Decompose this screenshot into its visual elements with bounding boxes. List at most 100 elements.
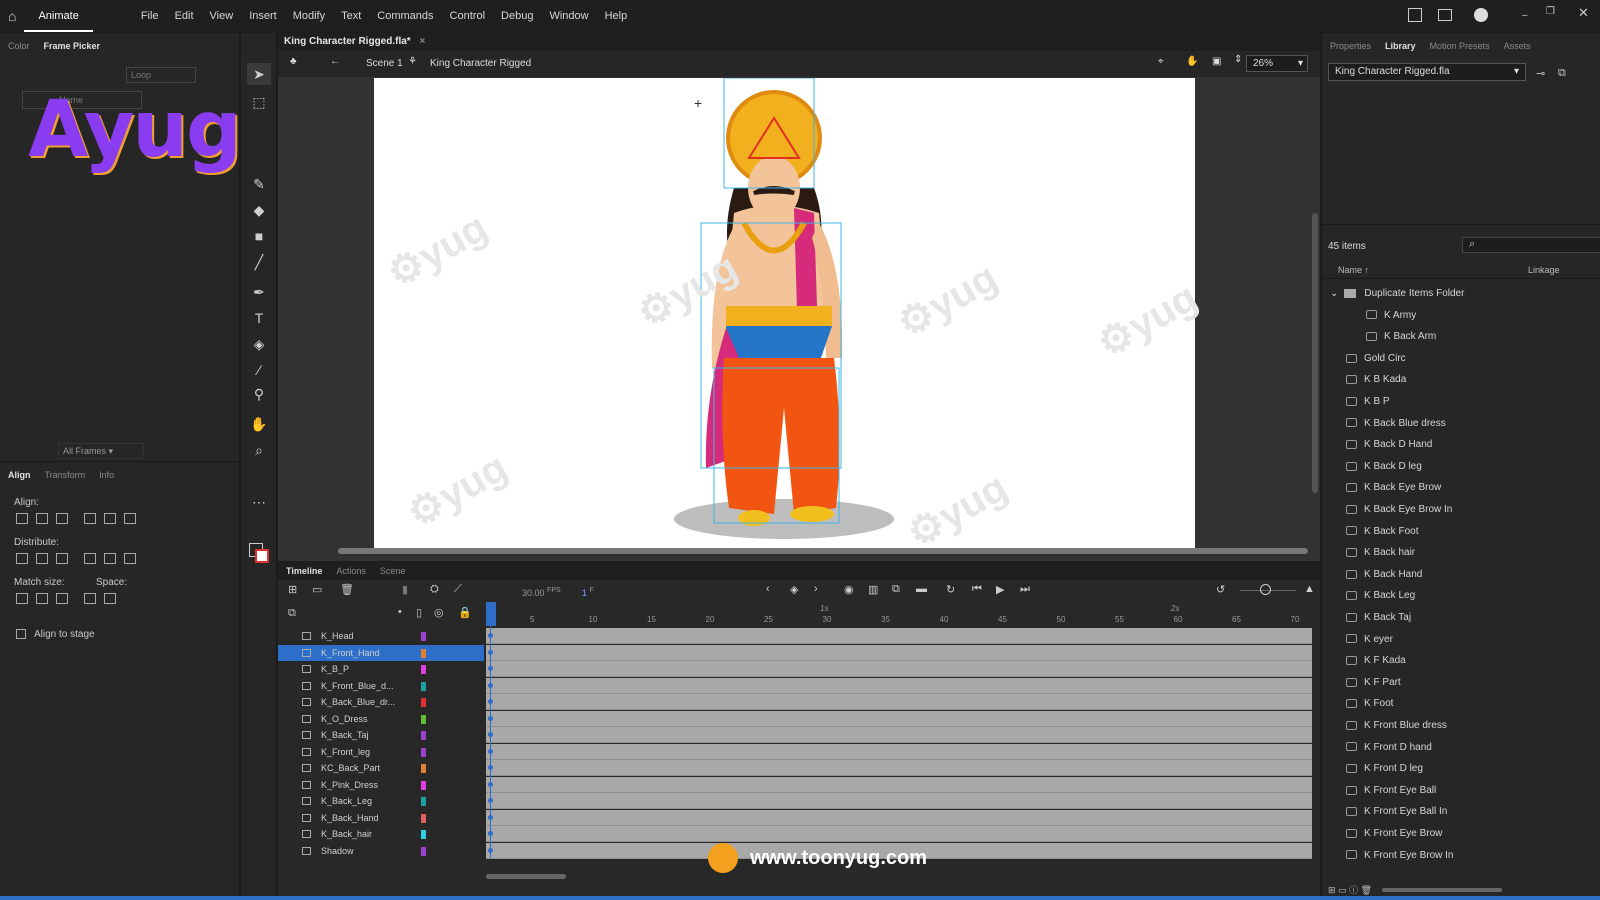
space-horizontal-icon[interactable] bbox=[104, 593, 116, 604]
close-icon[interactable]: ✕ bbox=[1578, 5, 1589, 21]
tab-library[interactable]: Library bbox=[1385, 41, 1416, 51]
home-icon[interactable]: ⌂ bbox=[0, 8, 24, 24]
layer-color-swatch[interactable] bbox=[421, 665, 426, 674]
layer-row[interactable]: KC_Back_Part bbox=[278, 760, 484, 776]
layer-color-swatch[interactable] bbox=[421, 632, 426, 641]
layer-color-swatch[interactable] bbox=[421, 714, 426, 724]
frame-row[interactable] bbox=[486, 776, 1312, 793]
tab-scene[interactable]: Scene bbox=[380, 566, 406, 576]
library-file-select[interactable]: King Character Rigged.fla ▾ bbox=[1328, 63, 1526, 81]
library-item[interactable]: K F Part bbox=[1346, 672, 1401, 693]
distribute-top-icon[interactable] bbox=[16, 553, 28, 564]
snap-icon[interactable]: ⌖ bbox=[1158, 56, 1164, 67]
properties-icon[interactable]: ⓘ bbox=[1349, 885, 1358, 895]
share-icon[interactable] bbox=[1408, 8, 1422, 22]
menu-window[interactable]: Window bbox=[541, 10, 596, 22]
collapse-icon[interactable]: ▲ bbox=[1304, 583, 1315, 595]
brush-tool-icon[interactable]: ✎ bbox=[247, 173, 271, 195]
tab-transform[interactable]: Transform bbox=[45, 470, 86, 480]
fill-color-swatch[interactable] bbox=[255, 549, 269, 563]
menu-edit[interactable]: Edit bbox=[167, 10, 202, 22]
expand-chevron-icon[interactable]: ⌄ bbox=[1330, 288, 1338, 299]
menu-modify[interactable]: Modify bbox=[285, 10, 333, 22]
subselection-tool-icon[interactable]: ⬚ bbox=[247, 91, 271, 113]
pin-tool-icon[interactable]: ⚲ bbox=[247, 383, 271, 405]
sync-icon[interactable]: ⧉ bbox=[892, 583, 900, 596]
library-item[interactable]: K Back Taj bbox=[1346, 607, 1411, 628]
layer-row[interactable]: K_Back_Blue_dr... bbox=[278, 694, 484, 710]
frame-row[interactable] bbox=[486, 628, 1312, 644]
restore-icon[interactable]: ❐ bbox=[1546, 6, 1555, 17]
playhead[interactable] bbox=[486, 602, 496, 626]
library-item[interactable]: K eyer bbox=[1346, 629, 1393, 650]
frame-row[interactable] bbox=[486, 710, 1312, 727]
symbol-breadcrumb[interactable]: King Character Rigged bbox=[430, 58, 531, 69]
edit-symbols-icon[interactable]: ♣ bbox=[290, 56, 297, 67]
frame-row[interactable] bbox=[486, 743, 1312, 760]
layer-color-swatch[interactable] bbox=[421, 830, 426, 839]
frame-row[interactable] bbox=[486, 760, 1312, 776]
new-symbol-icon[interactable]: ⊞ bbox=[1328, 885, 1336, 895]
layer-row[interactable]: K_Back_Leg bbox=[278, 793, 484, 809]
frame-row[interactable] bbox=[486, 793, 1312, 809]
library-item[interactable]: K Front D hand bbox=[1346, 737, 1432, 758]
line-tool-icon[interactable]: ╱ bbox=[247, 251, 271, 273]
library-item[interactable]: K Back Eye Brow bbox=[1346, 477, 1441, 498]
layer-row[interactable]: Shadow bbox=[278, 843, 484, 859]
minimize-icon[interactable]: – bbox=[1522, 10, 1528, 21]
selection-tool-icon[interactable]: ➤ bbox=[247, 63, 271, 85]
layer-row[interactable]: K_Back_hair bbox=[278, 826, 484, 842]
align-bottom-icon[interactable] bbox=[124, 513, 136, 524]
eyedropper-icon[interactable]: ⁄ bbox=[247, 359, 271, 381]
clip-icon[interactable]: ▣ bbox=[1212, 56, 1221, 67]
tab-close-icon[interactable]: × bbox=[419, 36, 425, 47]
tab-frame-picker[interactable]: Frame Picker bbox=[44, 41, 101, 51]
paint-bucket-icon[interactable]: ◈ bbox=[247, 333, 271, 355]
library-item[interactable]: K Back Arm bbox=[1366, 326, 1436, 347]
pen-tool-icon[interactable]: ✒ bbox=[247, 281, 271, 303]
space-vertical-icon[interactable] bbox=[84, 593, 96, 604]
new-layer-icon[interactable]: ⊞ bbox=[288, 583, 297, 596]
library-item[interactable]: K Back Foot bbox=[1346, 521, 1418, 542]
layer-row[interactable]: K_Back_Taj bbox=[278, 727, 484, 743]
zoom-tool-icon[interactable]: ⌕ bbox=[247, 439, 271, 461]
menu-help[interactable]: Help bbox=[597, 10, 636, 22]
fps-readout[interactable]: 30.00 FPS bbox=[522, 587, 561, 598]
menu-file[interactable]: File bbox=[133, 10, 167, 22]
back-arrow-icon[interactable]: ← bbox=[330, 56, 340, 67]
menu-insert[interactable]: Insert bbox=[241, 10, 285, 22]
onion-skin-icon[interactable]: ◉ bbox=[844, 583, 854, 596]
layer-row[interactable]: K_Front_leg bbox=[278, 744, 484, 760]
scene-breadcrumb[interactable]: Scene 1 bbox=[366, 58, 403, 69]
match-height-icon[interactable] bbox=[36, 593, 48, 604]
library-item[interactable]: K B P bbox=[1346, 391, 1390, 412]
prev-keyframe-icon[interactable]: ‹ bbox=[766, 583, 770, 595]
frame-row[interactable] bbox=[486, 694, 1312, 710]
align-to-stage[interactable]: Align to stage bbox=[16, 629, 95, 640]
tab-timeline[interactable]: Timeline bbox=[286, 566, 322, 576]
layer-row[interactable]: K_Pink_Dress bbox=[278, 777, 484, 793]
zoom-dropdown-icon[interactable]: ▾ bbox=[1298, 56, 1303, 71]
library-item[interactable]: K Front Eye Brow In bbox=[1346, 845, 1453, 866]
layer-color-swatch[interactable] bbox=[421, 780, 426, 790]
tab-motion-presets[interactable]: Motion Presets bbox=[1430, 41, 1490, 51]
hide-icon[interactable]: ◎ bbox=[434, 606, 444, 619]
match-both-icon[interactable] bbox=[56, 593, 68, 604]
library-item[interactable]: K Back D leg bbox=[1346, 456, 1422, 477]
layer-color-swatch[interactable] bbox=[421, 648, 426, 658]
menu-control[interactable]: Control bbox=[442, 10, 493, 22]
stage[interactable]: + ⚙yug ⚙yug ⚙yug ⚙yug ⚙yug ⚙yug bbox=[374, 78, 1205, 557]
library-item[interactable]: K Army bbox=[1366, 305, 1416, 326]
layer-color-swatch[interactable] bbox=[421, 813, 426, 823]
delete-layer-icon[interactable]: 🗑 bbox=[340, 583, 354, 596]
step-back-icon[interactable]: ⏮ bbox=[972, 583, 982, 596]
test-movie-icon[interactable] bbox=[1474, 8, 1488, 22]
library-item[interactable]: K Back Blue dress bbox=[1346, 413, 1446, 434]
column-linkage[interactable]: Linkage bbox=[1528, 265, 1560, 275]
tab-actions[interactable]: Actions bbox=[336, 566, 366, 576]
distribute-hcenter-icon[interactable] bbox=[104, 553, 116, 564]
library-item[interactable]: K Front Blue dress bbox=[1346, 715, 1447, 736]
library-item[interactable]: K Front D leg bbox=[1346, 758, 1423, 779]
edit-multiple-icon[interactable]: ▥ bbox=[868, 583, 878, 596]
stage-horizontal-scrollbar[interactable] bbox=[338, 548, 1308, 554]
